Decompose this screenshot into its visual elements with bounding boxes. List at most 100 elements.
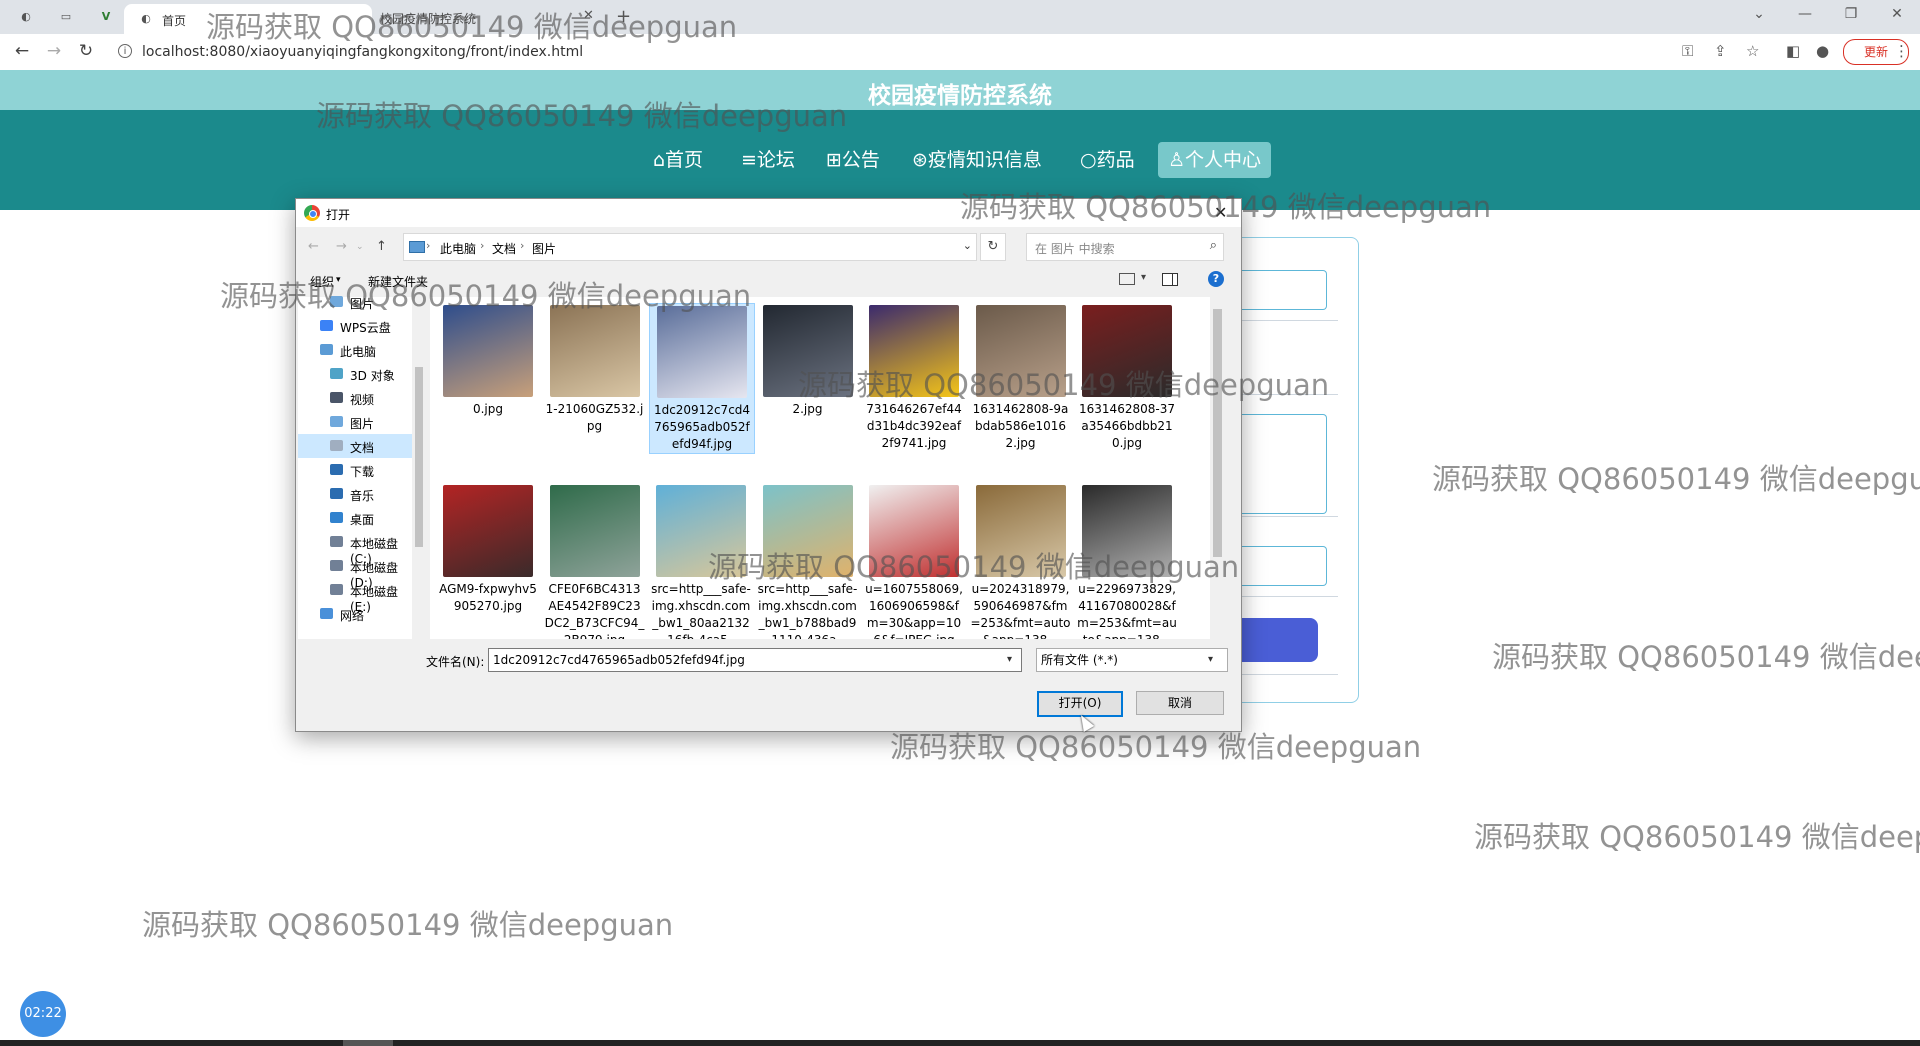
nav-medicine[interactable]: ○药品 bbox=[1070, 142, 1145, 178]
chevron-down-icon[interactable]: ⌄ bbox=[963, 239, 972, 252]
tab-search-icon[interactable]: ⌄ bbox=[1744, 6, 1774, 22]
open-button[interactable]: 打开(O) bbox=[1037, 691, 1123, 717]
file-item[interactable]: u=1607558069,1606906598&fm=30&app=106&f=… bbox=[862, 483, 966, 639]
dialog-close-icon[interactable]: ✕ bbox=[1214, 203, 1227, 222]
address-bar[interactable]: i localhost:8080/xiaoyuanyiqingfangkongx… bbox=[108, 38, 1883, 66]
nav-notice[interactable]: ⊞公告 bbox=[816, 142, 890, 178]
tree-item[interactable]: 桌面 bbox=[298, 506, 412, 530]
new-folder-button[interactable]: 新建文件夹 bbox=[368, 273, 428, 290]
cloud-icon bbox=[320, 320, 333, 331]
chevron-down-icon[interactable]: ▾ bbox=[1141, 272, 1146, 283]
chevron-down-icon[interactable]: ▾ bbox=[1208, 648, 1213, 672]
preview-pane-icon[interactable] bbox=[1162, 273, 1178, 286]
file-item[interactable]: src=http___safe-img.xhscdn.com_bw1_80aa2… bbox=[649, 483, 753, 639]
url-text[interactable]: localhost:8080/xiaoyuanyiqingfangkongxit… bbox=[142, 44, 583, 60]
back-arrow-icon[interactable]: ← bbox=[10, 41, 34, 61]
dialog-search-input[interactable]: 在 图片 中搜索 ⌕ bbox=[1026, 233, 1224, 261]
breadcrumb-documents[interactable]: 文档 bbox=[492, 240, 516, 257]
tab-home[interactable]: ◐ 首页 bbox=[124, 4, 372, 34]
recent-dropdown-icon[interactable]: ⌄ bbox=[356, 242, 364, 252]
profile-icon[interactable]: ● bbox=[1816, 42, 1829, 60]
tree-scrollbar-thumb[interactable] bbox=[415, 367, 423, 547]
tree-item[interactable]: 文档 bbox=[298, 434, 412, 458]
view-mode-icon[interactable] bbox=[1119, 273, 1135, 285]
watermark: 源码获取 QQ86050149 微信deepguan bbox=[1492, 640, 1920, 674]
file-item[interactable]: AGM9-fxpwyhv5905270.jpg bbox=[436, 483, 540, 615]
help-icon[interactable]: ? bbox=[1208, 271, 1224, 287]
dialog-address-bar[interactable]: › 此电脑 › 文档 › 图片 ⌄ bbox=[403, 233, 977, 261]
tab-system-title[interactable]: 校园疫情防控系统 bbox=[380, 10, 476, 27]
nav-personal-center[interactable]: ♙个人中心 bbox=[1158, 142, 1272, 178]
reload-icon[interactable]: ↻ bbox=[74, 41, 98, 61]
nav-home[interactable]: ⌂首页 bbox=[643, 142, 713, 178]
file-item[interactable]: u=2024318979,590646987&fm=253&fmt=auto&a… bbox=[969, 483, 1073, 639]
file-item[interactable]: 1631462808-9abdab586e10162.jpg bbox=[969, 303, 1073, 452]
vue-icon[interactable]: V bbox=[98, 9, 114, 25]
chevron-down-icon[interactable]: ▾ bbox=[336, 275, 341, 285]
tree-scrollbar[interactable] bbox=[412, 297, 426, 639]
file-item[interactable]: src=http___safe-img.xhscdn.com_bw1_b788b… bbox=[756, 483, 860, 639]
nav-forum[interactable]: ≡论坛 bbox=[731, 142, 805, 178]
tree-item[interactable]: 图片 bbox=[298, 410, 412, 434]
more-menu-icon[interactable]: ⋮ bbox=[1894, 42, 1909, 60]
close-tab-icon[interactable]: ✕ bbox=[583, 8, 594, 23]
file-item[interactable]: CFE0F6BC4313AE4542F89C23DC2_B73CFC94_2B9… bbox=[543, 483, 647, 639]
chevron-down-icon[interactable]: ▾ bbox=[1007, 648, 1012, 672]
watermark: 源码获取 QQ86050149 微信deepguan bbox=[1474, 820, 1920, 854]
info-icon[interactable]: i bbox=[118, 44, 132, 58]
new-tab-icon[interactable]: + bbox=[616, 6, 631, 27]
file-item[interactable]: 731646267ef44d31b4dc392eaf2f9741.jpg bbox=[862, 303, 966, 452]
3d-objects-icon bbox=[330, 368, 343, 379]
tree-item[interactable]: 本地磁盘 (E:) bbox=[298, 578, 412, 614]
tree-item-label: 3D 对象 bbox=[350, 369, 395, 383]
tree-item[interactable]: WPS云盘 bbox=[298, 314, 412, 338]
file-item[interactable]: 2.jpg bbox=[756, 303, 860, 418]
tree-item-label: 图片 bbox=[350, 297, 375, 311]
globe-icon[interactable]: ◐ bbox=[18, 9, 34, 25]
restore-icon[interactable]: ❐ bbox=[1836, 6, 1866, 22]
tree-item[interactable]: 图片 bbox=[298, 290, 412, 314]
share-icon[interactable]: ⇪ bbox=[1714, 42, 1727, 60]
up-arrow-icon[interactable]: ↑ bbox=[376, 239, 387, 254]
site-title: 校园疫情防控系统 bbox=[868, 83, 1052, 109]
file-list-scrollbar-thumb[interactable] bbox=[1213, 309, 1222, 557]
folder-tree: 图片 WPS云盘 此电脑 3D 对象 视频 图片 文档 下载 音乐 桌面 本地磁盘 (C:) 本地磁盘… bbox=[298, 296, 412, 639]
chevron-right-icon: › bbox=[426, 239, 431, 252]
key-icon[interactable]: ⚿ bbox=[1682, 42, 1693, 60]
bookmark-star-icon[interactable]: ☆ bbox=[1746, 42, 1759, 60]
side-panel-icon[interactable]: ◧ bbox=[1786, 42, 1800, 60]
file-list-scrollbar[interactable] bbox=[1210, 297, 1226, 639]
file-item[interactable]: u=2296973829,41167080028&fm=253&fmt=auto… bbox=[1075, 483, 1179, 639]
breadcrumb-this-pc[interactable]: 此电脑 bbox=[440, 240, 476, 257]
tree-item[interactable]: 网络 bbox=[298, 602, 412, 626]
tree-item[interactable]: 视频 bbox=[298, 386, 412, 410]
tab-favicon-icon[interactable]: ▭ bbox=[58, 9, 74, 25]
timer-badge[interactable]: 02:22 bbox=[20, 991, 66, 1037]
file-item[interactable]: 1dc20912c7cd4765965adb052fefd94f.jpg bbox=[649, 303, 755, 454]
cancel-button[interactable]: 取消 bbox=[1136, 691, 1224, 715]
tree-item[interactable]: 音乐 bbox=[298, 482, 412, 506]
tree-item[interactable]: 下载 bbox=[298, 458, 412, 482]
tree-item-label: 此电脑 bbox=[340, 345, 377, 359]
minimize-icon[interactable]: — bbox=[1790, 6, 1820, 22]
back-arrow-icon[interactable]: ← bbox=[308, 239, 319, 254]
forward-arrow-icon[interactable]: → bbox=[336, 239, 347, 254]
tree-item[interactable]: 此电脑 bbox=[298, 338, 412, 362]
breadcrumb-pictures[interactable]: 图片 bbox=[532, 240, 556, 257]
refresh-icon[interactable]: ↻ bbox=[980, 233, 1006, 261]
nav-epidemic-knowledge[interactable]: ⊛疫情知识信息 bbox=[902, 142, 1052, 178]
tree-item[interactable]: 3D 对象 bbox=[298, 362, 412, 386]
file-item[interactable]: 1-21060GZ532.jpg bbox=[543, 303, 647, 435]
tree-item[interactable]: 本地磁盘 (C:) bbox=[298, 530, 412, 566]
file-name: u=2024318979,590646987&fm=253&fmt=auto&a… bbox=[970, 582, 1071, 639]
file-name: 2.jpg bbox=[792, 402, 823, 416]
file-type-select[interactable]: 所有文件 (*.*) bbox=[1036, 648, 1228, 672]
file-item[interactable]: 0.jpg bbox=[436, 303, 540, 418]
tree-item[interactable]: 本地磁盘 (D:) bbox=[298, 554, 412, 590]
filename-input[interactable]: 1dc20912c7cd4765965adb052fefd94f.jpg bbox=[488, 648, 1022, 672]
forward-arrow-icon[interactable]: → bbox=[42, 41, 66, 61]
file-item[interactable]: 1631462808-37a35466bdbb210.jpg bbox=[1075, 303, 1179, 452]
organize-menu[interactable]: 组织 bbox=[310, 273, 334, 290]
close-window-icon[interactable]: ✕ bbox=[1882, 6, 1912, 22]
search-icon[interactable]: ⌕ bbox=[1210, 238, 1217, 253]
